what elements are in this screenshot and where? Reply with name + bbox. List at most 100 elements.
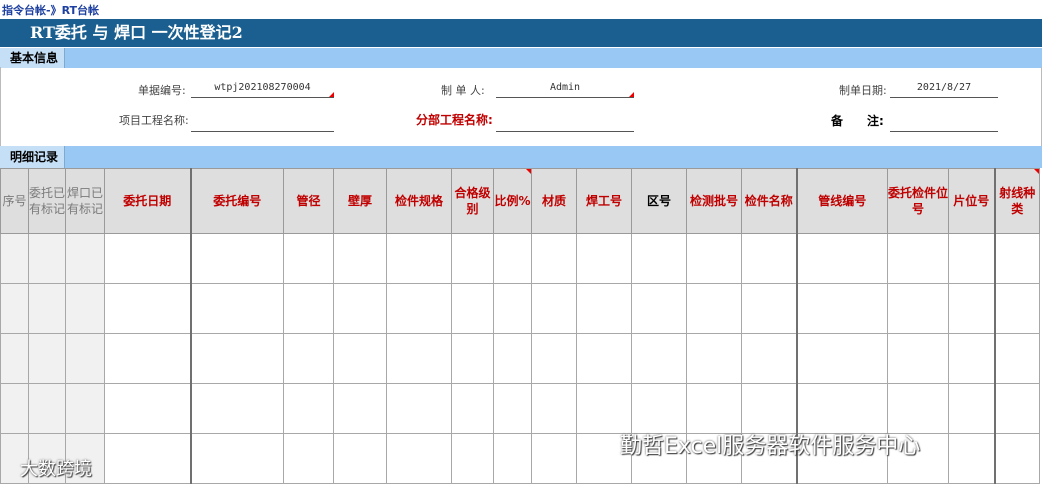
table-cell[interactable] <box>576 233 632 284</box>
table-cell[interactable] <box>948 283 995 334</box>
table-cell[interactable] <box>948 333 995 384</box>
table-cell[interactable] <box>531 333 577 384</box>
table-cell[interactable] <box>333 233 387 284</box>
table-cell[interactable] <box>386 283 452 334</box>
table-cell[interactable] <box>741 383 797 434</box>
table-cell[interactable] <box>493 433 532 484</box>
table-cell[interactable] <box>795 383 888 434</box>
table-cell[interactable] <box>686 333 742 384</box>
table-cell[interactable] <box>189 283 284 334</box>
table-cell[interactable] <box>887 233 949 284</box>
breadcrumb-root-link[interactable]: 指令台帐 <box>2 4 46 17</box>
table-cell[interactable] <box>493 233 532 284</box>
table-cell[interactable] <box>386 233 452 284</box>
project-field[interactable] <box>191 115 334 132</box>
table-cell[interactable] <box>686 283 742 334</box>
table-cell[interactable] <box>686 233 742 284</box>
table-cell[interactable] <box>451 233 494 284</box>
table-cell[interactable] <box>741 283 797 334</box>
breadcrumb: 指令台帐-》RT台帐 <box>2 2 99 18</box>
table-cell[interactable] <box>28 333 66 384</box>
table-cell[interactable] <box>631 333 687 384</box>
table-cell[interactable] <box>948 383 995 434</box>
table-cell[interactable] <box>104 283 191 334</box>
creator-field[interactable]: Admin <box>496 81 634 98</box>
table-cell[interactable] <box>993 283 1040 334</box>
table-cell[interactable] <box>0 333 29 384</box>
table-cell[interactable] <box>686 383 742 434</box>
table-cell[interactable] <box>493 283 532 334</box>
table-cell[interactable] <box>493 333 532 384</box>
table-cell[interactable] <box>104 233 191 284</box>
table-cell[interactable] <box>386 333 452 384</box>
table-cell[interactable] <box>993 383 1040 434</box>
table-cell[interactable] <box>576 333 632 384</box>
table-cell[interactable] <box>948 433 995 484</box>
table-cell[interactable] <box>386 383 452 434</box>
table-cell[interactable] <box>531 233 577 284</box>
table-cell[interactable] <box>104 383 191 434</box>
table-cell[interactable] <box>887 333 949 384</box>
table-cell[interactable] <box>283 383 334 434</box>
table-cell[interactable] <box>741 233 797 284</box>
basic-info-form: 单据编号: wtpj202108270004 制 单 人: Admin 制单日期… <box>0 67 1042 146</box>
table-cell[interactable] <box>631 233 687 284</box>
table-cell[interactable] <box>531 383 577 434</box>
table-cell[interactable] <box>531 433 577 484</box>
table-cell[interactable] <box>104 333 191 384</box>
table-cell[interactable] <box>493 383 532 434</box>
table-cell[interactable] <box>451 283 494 334</box>
table-cell[interactable] <box>0 283 29 334</box>
table-cell[interactable] <box>189 433 284 484</box>
table-cell[interactable] <box>386 433 452 484</box>
table-cell[interactable] <box>531 283 577 334</box>
table-cell[interactable] <box>451 383 494 434</box>
table-cell[interactable] <box>993 233 1040 284</box>
table-cell[interactable] <box>451 433 494 484</box>
table-cell[interactable] <box>993 433 1040 484</box>
table-cell[interactable] <box>283 283 334 334</box>
col-header: 检件规格 <box>386 168 452 234</box>
remark-field[interactable] <box>890 115 998 132</box>
table-cell[interactable] <box>189 333 284 384</box>
table-cell[interactable] <box>0 233 29 284</box>
table-cell[interactable] <box>333 283 387 334</box>
doc-no-field[interactable]: wtpj202108270004 <box>191 81 334 98</box>
table-header-row: 序号 委托已有标记 焊口已有标记 委托日期 委托编号 管径 壁厚 检件规格 合格… <box>0 168 1040 234</box>
table-cell[interactable] <box>333 383 387 434</box>
table-cell[interactable] <box>795 283 888 334</box>
table-cell[interactable] <box>795 333 888 384</box>
table-cell[interactable] <box>576 383 632 434</box>
table-cell[interactable] <box>948 233 995 284</box>
table-cell[interactable] <box>887 283 949 334</box>
breadcrumb-current-link[interactable]: RT台帐 <box>62 4 99 17</box>
table-cell[interactable] <box>104 433 191 484</box>
table-cell[interactable] <box>65 283 105 334</box>
table-cell[interactable] <box>189 233 284 284</box>
table-cell[interactable] <box>795 233 888 284</box>
table-cell[interactable] <box>631 383 687 434</box>
table-cell[interactable] <box>65 383 105 434</box>
table-cell[interactable] <box>65 233 105 284</box>
table-cell[interactable] <box>283 233 334 284</box>
table-cell[interactable] <box>333 333 387 384</box>
table-cell[interactable] <box>631 283 687 334</box>
table-cell[interactable] <box>65 333 105 384</box>
table-cell[interactable] <box>993 333 1040 384</box>
table-cell[interactable] <box>28 283 66 334</box>
table-cell[interactable] <box>741 333 797 384</box>
table-cell[interactable] <box>283 433 334 484</box>
table-cell[interactable] <box>887 383 949 434</box>
date-field[interactable]: 2021/8/27 <box>890 81 998 98</box>
table-cell[interactable] <box>189 383 284 434</box>
breadcrumb-separator: -》 <box>46 4 62 17</box>
table-cell[interactable] <box>28 233 66 284</box>
table-cell[interactable] <box>0 383 29 434</box>
table-cell[interactable] <box>333 433 387 484</box>
table-cell[interactable] <box>28 383 66 434</box>
table-cell[interactable] <box>576 283 632 334</box>
subproject-field[interactable] <box>496 115 634 132</box>
basic-info-section-bar: 基本信息 <box>0 48 1042 68</box>
table-cell[interactable] <box>283 333 334 384</box>
table-cell[interactable] <box>451 333 494 384</box>
